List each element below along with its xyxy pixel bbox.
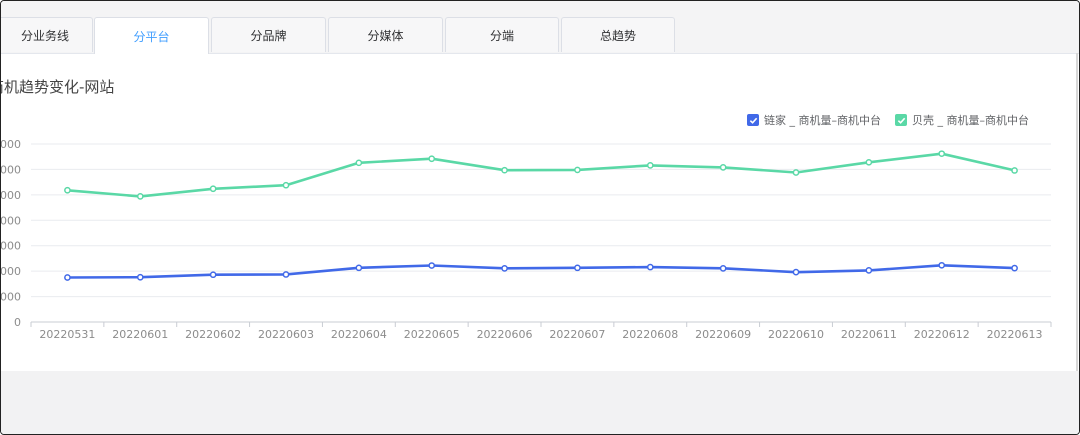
- x-tick-label: 20220610: [768, 328, 824, 341]
- data-point: [209, 185, 217, 193]
- data-point: [64, 274, 71, 281]
- data-point: [136, 193, 144, 200]
- data-point: [136, 273, 144, 281]
- data-point: [865, 267, 873, 274]
- x-tick-label: 20220531: [39, 328, 95, 341]
- x-tick-label: 20220602: [185, 328, 241, 341]
- tab-by-business-line[interactable]: 分业务线: [1, 17, 93, 52]
- y-tick-label: 60000: [1, 163, 21, 176]
- data-point: [355, 159, 363, 167]
- x-tick-label: 20220613: [987, 328, 1043, 341]
- x-tick-label: 20220604: [331, 328, 387, 341]
- data-point: [501, 264, 508, 272]
- data-point: [938, 150, 946, 158]
- data-point: [574, 166, 581, 174]
- y-tick-label: 50000: [1, 189, 21, 202]
- footer-area: [1, 371, 1079, 434]
- x-tick-label: 20220611: [841, 328, 897, 341]
- data-point: [719, 264, 727, 272]
- tab-by-brand[interactable]: 分品牌: [211, 17, 326, 52]
- y-tick-label: 40000: [1, 214, 21, 227]
- data-point: [282, 271, 290, 278]
- y-tick-label: 30000: [1, 240, 21, 253]
- panel-edge: [1076, 53, 1078, 371]
- data-point: [1011, 264, 1018, 272]
- y-tick-label: 0: [14, 316, 21, 329]
- data-point: [792, 268, 800, 276]
- data-point: [792, 169, 800, 176]
- data-point: [719, 164, 727, 171]
- data-point: [865, 158, 873, 166]
- x-tick-label: 20220609: [695, 328, 751, 341]
- line-chart: 0 10000 20000 30000 40000 50000 60000 70000 2022…: [1, 138, 1052, 341]
- tab-bar: 分业务线 分平台 分品牌 分媒体 分端 总趋势: [1, 1, 1079, 54]
- x-tick-label: 20220603: [258, 328, 314, 341]
- x-tick-label: 20220601: [112, 328, 168, 341]
- series-line-1: [67, 152, 1015, 198]
- data-point: [428, 155, 436, 163]
- data-point: [501, 166, 508, 174]
- y-tick-label: 10000: [1, 291, 21, 304]
- data-point: [1011, 167, 1018, 174]
- data-point: [646, 162, 654, 169]
- x-tick-label: 20220608: [622, 328, 678, 341]
- x-tick-label: 20220612: [914, 328, 970, 341]
- data-point: [938, 261, 946, 269]
- app-frame: 分业务线 分平台 分品牌 分媒体 分端 总趋势 商机趋势变化-网站 链家 _ 商…: [0, 0, 1080, 435]
- tab-by-terminal[interactable]: 分端: [445, 17, 559, 52]
- y-tick-label: 20000: [1, 265, 21, 278]
- data-point: [209, 271, 217, 279]
- data-point: [428, 262, 436, 269]
- data-point: [282, 181, 290, 189]
- x-tick-label: 20220606: [477, 328, 533, 341]
- tab-by-media[interactable]: 分媒体: [328, 17, 443, 52]
- tab-overall-trend[interactable]: 总趋势: [561, 17, 675, 52]
- data-point: [574, 264, 581, 272]
- data-point: [646, 263, 654, 271]
- x-tick-label: 20220605: [404, 328, 460, 341]
- tab-by-platform[interactable]: 分平台: [94, 17, 209, 54]
- data-point: [64, 186, 71, 194]
- data-point: [355, 264, 363, 272]
- y-tick-label: 70000: [1, 138, 21, 151]
- x-tick-label: 20220607: [549, 328, 605, 341]
